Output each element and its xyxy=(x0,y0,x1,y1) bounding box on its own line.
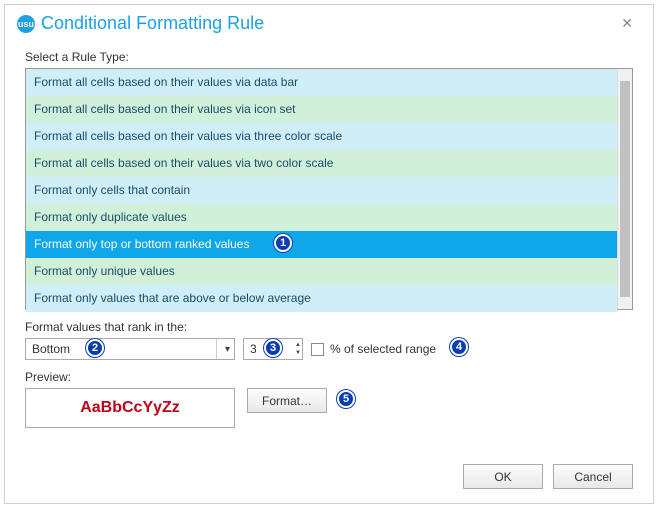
percent-label: % of selected range xyxy=(330,342,436,356)
rule-type-item-label: Format only top or bottom ranked values xyxy=(34,237,249,251)
spinner-buttons[interactable]: ▲ ▼ xyxy=(295,342,301,356)
rule-type-item[interactable]: Format all cells based on their values v… xyxy=(26,150,617,177)
preview-row: AaBbCcYyZz Format… 5 xyxy=(25,388,633,428)
callout-4: 4 xyxy=(450,338,468,356)
chevron-down-icon: ▾ xyxy=(225,344,230,355)
count-spinner[interactable]: 3 ▲ ▼ 3 xyxy=(243,338,303,360)
ok-button[interactable]: OK xyxy=(463,464,543,489)
rule-type-item[interactable]: Format only cells that contain xyxy=(26,177,617,204)
preview-sample-text: AaBbCcYyZz xyxy=(80,399,180,417)
percent-checkbox-wrap[interactable]: % of selected range xyxy=(311,342,436,356)
listbox-scrollbar[interactable] xyxy=(617,69,632,309)
dialog-title: Conditional Formatting Rule xyxy=(41,13,607,34)
rule-type-item-selected[interactable]: Format only top or bottom ranked values … xyxy=(26,231,617,258)
scrollbar-thumb[interactable] xyxy=(620,81,630,297)
rule-type-item[interactable]: Format only unique values xyxy=(26,258,617,285)
spinner-down-icon[interactable]: ▼ xyxy=(295,350,301,356)
callout-1: 1 xyxy=(274,234,292,252)
callout-3: 3 xyxy=(264,339,282,357)
dialog-footer: OK Cancel xyxy=(463,464,633,489)
app-icon: usu xyxy=(17,15,35,33)
rank-edit-row: Bottom ▾ 2 3 ▲ ▼ 3 % of selected range 4 xyxy=(25,338,633,360)
callout-5: 5 xyxy=(337,390,355,408)
conditional-formatting-dialog: usu Conditional Formatting Rule ✕ Select… xyxy=(4,4,654,504)
percent-checkbox[interactable] xyxy=(311,343,324,356)
rule-type-items: Format all cells based on their values v… xyxy=(26,69,617,309)
preview-box: AaBbCcYyZz xyxy=(25,388,235,428)
rule-type-item[interactable]: Format all cells based on their values v… xyxy=(26,96,617,123)
callout-2: 2 xyxy=(86,339,104,357)
spinner-up-icon[interactable]: ▲ xyxy=(295,342,301,348)
rule-type-item[interactable]: Format all cells based on their values v… xyxy=(26,69,617,96)
direction-value: Bottom xyxy=(32,342,70,356)
close-icon[interactable]: ✕ xyxy=(613,13,641,34)
cancel-button[interactable]: Cancel xyxy=(553,464,633,489)
count-value: 3 xyxy=(250,342,257,356)
direction-combo[interactable]: Bottom ▾ 2 xyxy=(25,338,235,360)
preview-label: Preview: xyxy=(25,370,633,384)
rule-type-listbox: Format all cells based on their values v… xyxy=(25,68,633,310)
rule-type-label: Select a Rule Type: xyxy=(25,50,633,64)
titlebar: usu Conditional Formatting Rule ✕ xyxy=(5,5,653,42)
rule-type-item[interactable]: Format only values that are above or bel… xyxy=(26,285,617,312)
format-button[interactable]: Format… xyxy=(247,388,327,413)
rule-type-item[interactable]: Format all cells based on their values v… xyxy=(26,123,617,150)
rank-label: Format values that rank in the: xyxy=(25,320,633,334)
rule-type-item[interactable]: Format only duplicate values xyxy=(26,204,617,231)
content-area: Select a Rule Type: Format all cells bas… xyxy=(5,42,653,440)
